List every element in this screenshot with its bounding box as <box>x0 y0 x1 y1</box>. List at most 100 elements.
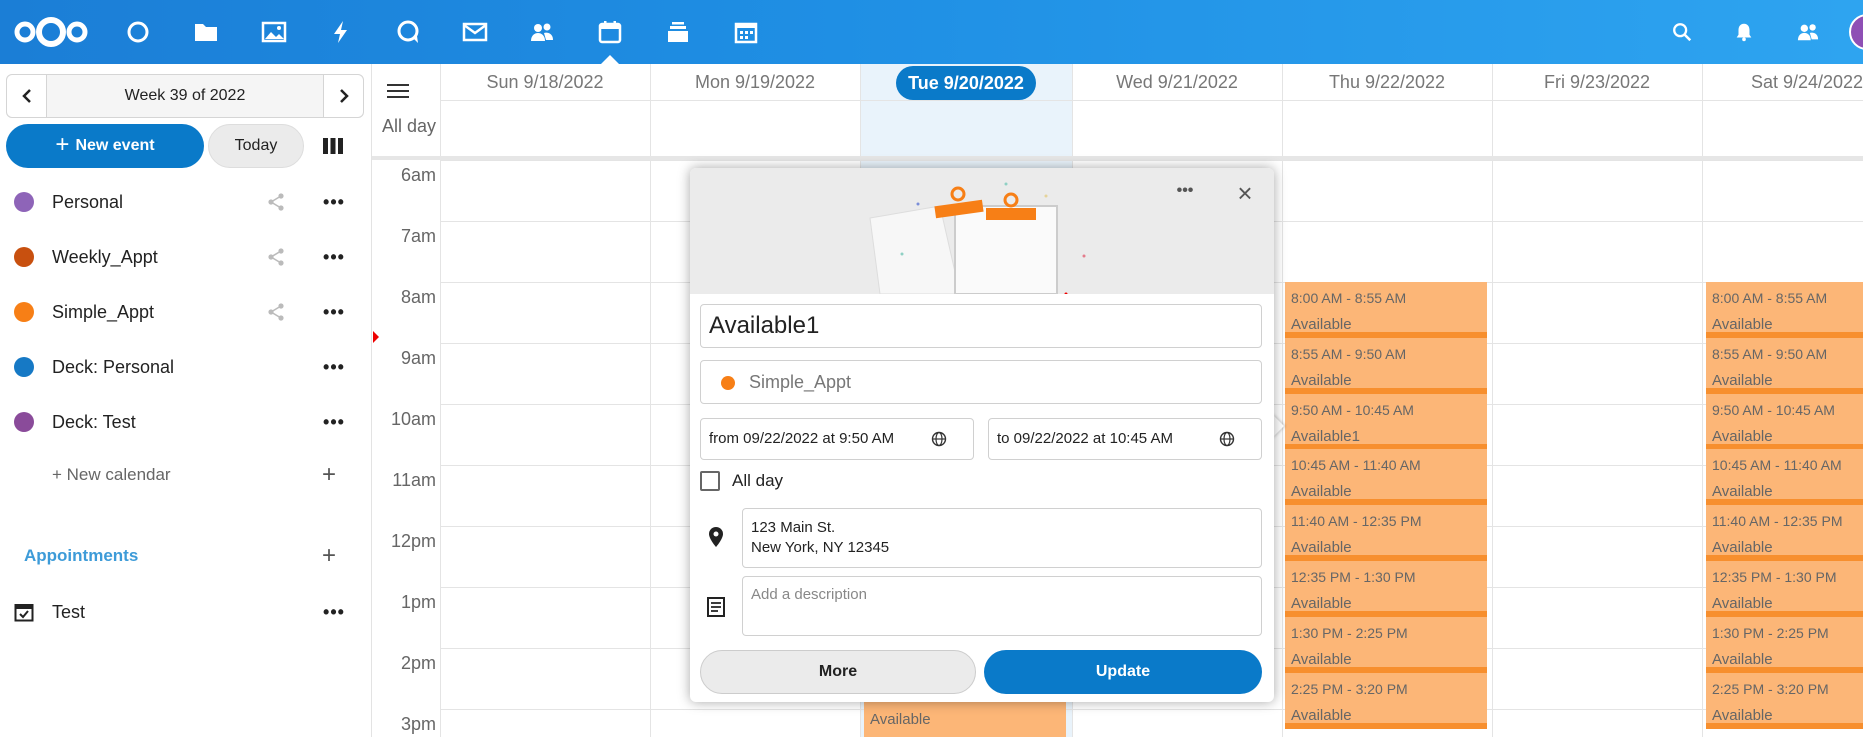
calendar-color-dot[interactable] <box>14 247 34 267</box>
more-options-icon[interactable]: ••• <box>320 410 348 434</box>
calendar-item[interactable]: Simple_Appt ••• <box>0 287 372 337</box>
event-block[interactable]: 11:40 AM - 12:35 PM Available <box>1706 505 1863 561</box>
column-header[interactable]: Fri 9/23/2022 <box>1492 64 1702 100</box>
event-time: 12:35 PM - 1:30 PM <box>1291 569 1416 585</box>
timezone-globe-icon[interactable] <box>931 431 947 447</box>
talk-icon[interactable] <box>390 14 426 50</box>
event-time: 2:25 PM - 3:20 PM <box>1291 681 1408 697</box>
event-block[interactable]: 1:30 PM - 2:25 PM Available <box>1706 617 1863 673</box>
more-options-icon[interactable]: ••• <box>320 190 348 214</box>
calendar-item[interactable]: Deck: Personal ••• <box>0 342 372 392</box>
event-block[interactable]: Available <box>864 701 1066 737</box>
calendar-item[interactable]: Personal ••• <box>0 177 372 227</box>
calendar-picker[interactable]: Simple_Appt <box>700 360 1262 404</box>
nextcloud-logo[interactable] <box>12 14 90 50</box>
end-datetime-field[interactable]: to 09/22/2022 at 10:45 AM <box>988 418 1262 460</box>
header-divider <box>440 100 1863 101</box>
more-options-icon[interactable]: ••• <box>320 600 348 624</box>
more-options-icon[interactable]: ••• <box>320 300 348 324</box>
event-block[interactable]: 9:50 AM - 10:45 AM Available <box>1706 394 1863 450</box>
more-options-icon[interactable]: ••• <box>320 245 348 269</box>
tasks-calendar-icon[interactable] <box>728 14 764 50</box>
event-name: Available <box>1291 316 1352 333</box>
calendar-color-dot <box>721 376 735 390</box>
today-button[interactable]: Today <box>208 124 304 168</box>
view-toggle-button[interactable] <box>320 132 346 160</box>
column-header[interactable]: Mon 9/19/2022 <box>650 64 860 100</box>
calendar-color-dot[interactable] <box>14 357 34 377</box>
avatar[interactable] <box>1849 14 1863 50</box>
event-block[interactable]: 8:00 AM - 8:55 AM Available <box>1285 282 1487 338</box>
map-marker-icon <box>709 527 723 547</box>
description-field[interactable]: Add a description <box>742 576 1262 636</box>
event-block[interactable]: 1:30 PM - 2:25 PM Available <box>1285 617 1487 673</box>
event-block[interactable]: 11:40 AM - 12:35 PM Available <box>1285 505 1487 561</box>
timezone-globe-icon[interactable] <box>1219 431 1235 447</box>
event-name: Available <box>1291 483 1352 500</box>
all-day-toggle[interactable]: All day <box>700 468 783 494</box>
update-button[interactable]: Update <box>984 650 1262 694</box>
column-header[interactable]: Thu 9/22/2022 <box>1282 64 1492 100</box>
event-time: 8:00 AM - 8:55 AM <box>1291 290 1407 306</box>
contacts-menu-icon[interactable] <box>1792 16 1824 48</box>
event-block[interactable]: 12:35 PM - 1:30 PM Available <box>1706 561 1863 617</box>
appointment-item-test[interactable]: Test ••• <box>0 587 372 637</box>
event-title-input[interactable]: Available1 <box>700 304 1262 348</box>
close-icon[interactable]: × <box>1230 178 1260 208</box>
column-divider <box>650 64 651 737</box>
plus-icon[interactable]: + <box>322 461 336 489</box>
menu-icon[interactable] <box>387 82 409 100</box>
calendar-color-dot[interactable] <box>14 192 34 212</box>
event-block[interactable]: 2:25 PM - 3:20 PM Available <box>1285 673 1487 729</box>
dashboard-icon[interactable] <box>120 14 156 50</box>
calendar-icon[interactable] <box>592 14 628 50</box>
contacts-icon[interactable] <box>524 14 560 50</box>
more-button[interactable]: More <box>700 650 976 694</box>
column-header[interactable]: Sat 9/24/2022 <box>1702 64 1863 100</box>
calendar-color-dot[interactable] <box>14 302 34 322</box>
add-appointment-icon[interactable]: + <box>322 542 336 570</box>
event-time: 8:55 AM - 9:50 AM <box>1712 346 1828 362</box>
previous-week-button[interactable] <box>7 75 47 117</box>
event-name: Available <box>1291 372 1352 389</box>
week-label[interactable]: Week 39 of 2022 <box>47 87 323 105</box>
deck-icon[interactable] <box>660 14 696 50</box>
share-icon[interactable] <box>264 300 288 324</box>
location-line-1: 123 Main St. <box>751 519 836 536</box>
calendar-color-dot[interactable] <box>14 412 34 432</box>
hour-label: 12pm <box>390 531 436 551</box>
hour-label: 11am <box>392 470 436 490</box>
calendar-picker-value: Simple_Appt <box>749 372 852 392</box>
event-block[interactable]: 2:25 PM - 3:20 PM Available <box>1706 673 1863 729</box>
start-datetime-field[interactable]: from 09/22/2022 at 9:50 AM <box>700 418 974 460</box>
mail-icon[interactable] <box>457 14 493 50</box>
files-icon[interactable] <box>188 14 224 50</box>
share-icon[interactable] <box>264 245 288 269</box>
event-block[interactable]: 8:55 AM - 9:50 AM Available <box>1285 338 1487 394</box>
calendar-item[interactable]: Weekly_Appt ••• <box>0 232 372 282</box>
popover-more-icon[interactable]: ••• <box>1170 182 1200 206</box>
new-event-button[interactable]: + New event <box>6 124 204 168</box>
event-block[interactable]: 8:00 AM - 8:55 AM Available <box>1706 282 1863 338</box>
all-day-checkbox[interactable] <box>700 471 720 491</box>
share-icon[interactable] <box>264 190 288 214</box>
new-calendar-item[interactable]: + New calendar + <box>0 450 372 500</box>
event-block[interactable]: 8:55 AM - 9:50 AM Available <box>1706 338 1863 394</box>
next-week-button[interactable] <box>323 75 363 117</box>
calendar-item[interactable]: Deck: Test ••• <box>0 397 372 447</box>
appointments-heading[interactable]: Appointments <box>24 546 138 566</box>
more-options-icon[interactable]: ••• <box>320 355 348 379</box>
bell-icon[interactable] <box>1728 16 1760 48</box>
column-header[interactable]: Sun 9/18/2022 <box>440 64 650 100</box>
event-time: 11:40 AM - 12:35 PM <box>1291 513 1422 529</box>
column-header[interactable]: Wed 9/21/2022 <box>1072 64 1282 100</box>
activity-icon[interactable] <box>323 14 359 50</box>
event-block[interactable]: 10:45 AM - 11:40 AM Available <box>1706 449 1863 505</box>
event-block[interactable]: 10:45 AM - 11:40 AM Available <box>1285 449 1487 505</box>
event-block[interactable]: 12:35 PM - 1:30 PM Available <box>1285 561 1487 617</box>
location-field[interactable]: 123 Main St. New York, NY 12345 <box>742 508 1262 568</box>
event-block[interactable]: 9:50 AM - 10:45 AM Available1 <box>1285 394 1487 450</box>
photos-icon[interactable] <box>256 14 292 50</box>
column-header-today[interactable]: Tue 9/20/2022 <box>896 66 1036 100</box>
search-icon[interactable] <box>1666 16 1698 48</box>
